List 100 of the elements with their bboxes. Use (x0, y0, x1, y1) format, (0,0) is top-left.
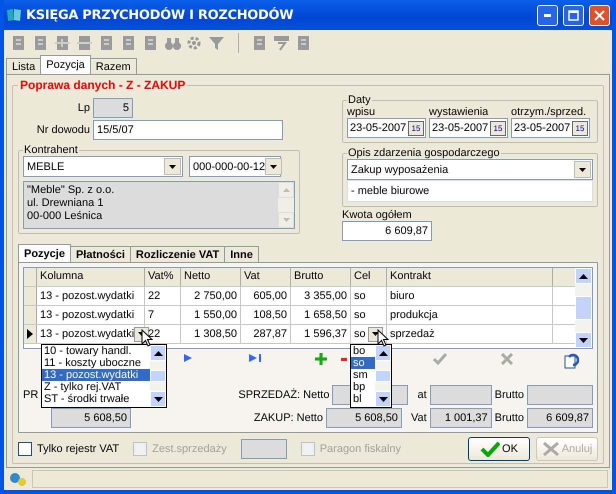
checkbox[interactable] (18, 442, 32, 456)
table-cell[interactable]: so (351, 306, 387, 324)
scrollbar[interactable] (375, 345, 391, 407)
dropdown-option[interactable]: Z - tylko rej.VAT (42, 381, 150, 393)
tax-id-combo[interactable]: 000-000-00-12 (189, 156, 281, 177)
field-label: Brutto (494, 412, 524, 424)
ok-button[interactable]: OK (468, 437, 530, 461)
tab[interactable]: Pozycja (40, 55, 91, 74)
date-field[interactable]: 23-05-2007 15 (511, 118, 590, 138)
address-line: ul. Drewniana 1 (27, 197, 104, 210)
group-label: Opis zdarzenia gospodarczego (347, 147, 501, 159)
scrollbar-thumb[interactable] (150, 370, 166, 382)
tab[interactable]: Razem (90, 58, 137, 74)
dropdown-option[interactable]: 10 - towary handl. (42, 345, 150, 357)
table-cell[interactable]: 13 - pozost.wydatki (37, 306, 145, 324)
cross-icon (542, 441, 560, 457)
text-field[interactable] (240, 439, 287, 459)
tab[interactable]: Pozycje (18, 244, 71, 262)
table-cell[interactable]: 3 355,00 (291, 287, 351, 305)
dropdown-option[interactable]: bl (351, 393, 375, 405)
refresh-icon[interactable] (563, 353, 579, 369)
last-icon[interactable] (248, 353, 262, 363)
minimize-button[interactable] (537, 4, 558, 26)
contractor-combo[interactable]: MEBLE (23, 156, 183, 177)
checkbox-label: Zest.sprzedaży (152, 443, 227, 455)
dropdown-option[interactable]: 13 - pozost.wydatki (42, 369, 150, 381)
window-title: KSIĘGA PRZYCHODÓW I ROZCHODÓW (26, 8, 294, 22)
date-label: wystawienia (429, 106, 490, 118)
calendar-button[interactable]: 15 (490, 120, 506, 136)
table-cell[interactable]: 1 596,37 (291, 325, 351, 343)
group-label: Kontrahent (23, 144, 79, 156)
table-cell[interactable]: so (351, 287, 387, 305)
dropdown-option[interactable]: so (351, 357, 375, 369)
scrollbar-thumb[interactable] (375, 370, 391, 382)
tab[interactable]: Lista (6, 58, 42, 74)
table-cell[interactable]: 13 - pozost.wydatki (37, 287, 145, 305)
amount-field (430, 384, 492, 404)
table-cell[interactable]: 287,87 (241, 325, 291, 343)
arrow-up-icon (378, 350, 388, 356)
date-field[interactable]: 23-05-2007 15 (347, 118, 426, 138)
date-label: otrzym./sprzed. (511, 106, 588, 118)
column-header[interactable]: Kolumna (37, 268, 145, 286)
triangle-icon (27, 329, 33, 339)
column-header[interactable]: Netto (181, 268, 241, 286)
field-label: SPRZEDAŻ: Netto (238, 388, 330, 400)
calendar-button[interactable]: 15 (572, 120, 588, 136)
remove-page-icon[interactable] (76, 34, 94, 50)
date-field[interactable]: 23-05-2007 15 (429, 118, 508, 138)
scrollbar[interactable] (150, 345, 166, 407)
dropdown-option[interactable]: bp (351, 381, 375, 393)
dropdown-option[interactable]: 11 - koszty uboczne (42, 357, 150, 369)
lp-field: 5 (93, 98, 133, 118)
calendar-button[interactable]: 15 (408, 120, 424, 136)
amount-field: 1 001,37 (430, 408, 492, 428)
dropdown-option[interactable]: ST - środki trwałe (42, 393, 150, 405)
maximize-button[interactable] (563, 4, 584, 26)
column-header[interactable]: Kontrakt (387, 268, 553, 286)
scrollbar[interactable] (575, 268, 592, 348)
amount-field: 6 609,87 (527, 408, 593, 428)
field-label: Nr dowodu (36, 124, 90, 136)
table-cell[interactable]: 605,00 (241, 287, 291, 305)
checkbox-label: Tylko rejestr VAT (37, 443, 120, 455)
scrollbar-thumb[interactable] (575, 296, 592, 320)
row-indicator[interactable] (24, 325, 37, 343)
tab[interactable]: Inne (224, 246, 259, 262)
table-cell[interactable]: produkcja (387, 306, 553, 324)
table-cell[interactable]: 1 308,50 (181, 325, 241, 343)
filter-icon[interactable] (208, 34, 226, 50)
vat-icon[interactable] (273, 34, 291, 50)
minimize-icon (544, 14, 551, 16)
arrow-down-icon (154, 396, 162, 402)
column-header[interactable]: Brutto (291, 268, 351, 286)
table-cell[interactable]: 2 750,00 (181, 287, 241, 305)
dropdown-option[interactable]: sm (351, 369, 375, 381)
cancel-icon[interactable] (501, 353, 513, 365)
field-label: at (417, 388, 427, 400)
check-icon[interactable] (433, 353, 447, 365)
document-number-field[interactable]: 15/5/07 (93, 120, 283, 140)
table-cell[interactable]: 108,50 (241, 306, 291, 324)
column-header[interactable]: Vat% (145, 268, 181, 286)
add-page-icon[interactable] (54, 34, 72, 50)
table-cell[interactable]: biuro (387, 287, 553, 305)
field-label: ZAKUP: Netto (254, 412, 323, 424)
add-icon[interactable] (315, 353, 327, 365)
close-button[interactable] (589, 4, 610, 26)
table-cell[interactable]: 22 (145, 287, 181, 305)
table-cell[interactable]: 7 (145, 306, 181, 324)
total-amount-field: 6 609,87 (342, 221, 432, 241)
description-detail-field[interactable]: - meble biurowe (347, 180, 593, 202)
table-cell[interactable]: 1 658,50 (291, 306, 351, 324)
next-icon[interactable] (183, 353, 193, 363)
address-line: 00-000 Leśnica (27, 210, 104, 223)
table-cell[interactable]: 1 550,00 (181, 306, 241, 324)
field-label: Vat (410, 412, 427, 424)
form-title: Poprawa danych - Z - ZAKUP (19, 78, 186, 92)
arrow-up-icon (154, 350, 162, 356)
column-header[interactable]: Vat (241, 268, 291, 286)
column-header[interactable]: Cel (351, 268, 387, 286)
description-combo[interactable]: Zakup wyposażenia (347, 159, 593, 180)
dropdown-option[interactable]: bo (351, 345, 375, 357)
